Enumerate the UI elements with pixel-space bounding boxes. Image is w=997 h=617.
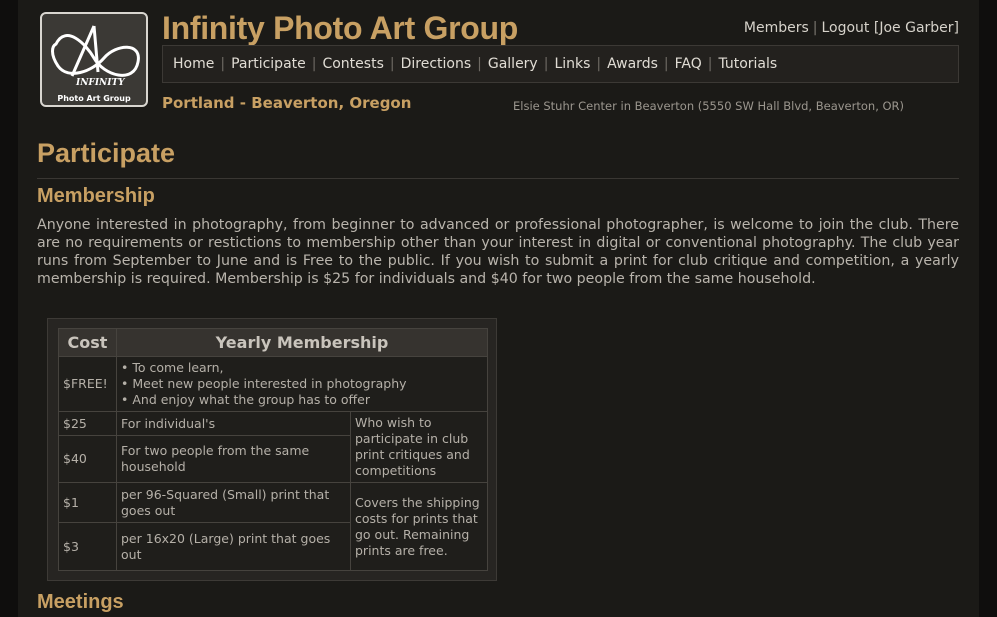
table-header-row: Cost Yearly Membership — [58, 328, 488, 357]
free-benefits-list: To come learn, Meet new people intereste… — [121, 360, 483, 408]
description-cell: For individual's — [116, 411, 351, 436]
nav-gallery[interactable]: Gallery — [488, 56, 538, 72]
table-row: $25 For individual's Who wish to partici… — [58, 411, 488, 483]
page-title: Participate — [37, 138, 176, 168]
cost-cell: $25 — [58, 411, 117, 436]
membership-table-panel: Cost Yearly Membership $FREE! To come le… — [47, 318, 497, 581]
membership-table: Cost Yearly Membership $FREE! To come le… — [58, 328, 488, 571]
logo-text-infinity: INFINITY — [76, 78, 125, 88]
nav-separator: | — [389, 56, 395, 72]
site-logo[interactable]: INFINITY Photo Art Group — [40, 12, 148, 107]
nav-awards[interactable]: Awards — [607, 56, 658, 72]
meetings-heading: Meetings — [37, 591, 124, 613]
prints-note-cell: Covers the shipping costs for prints tha… — [350, 482, 488, 571]
header-yearly-membership: Yearly Membership — [116, 328, 488, 357]
description-cell: For two people from the same household — [116, 435, 351, 483]
nav-home[interactable]: Home — [173, 56, 214, 72]
cost-cell: $1 — [58, 482, 117, 523]
membership-heading: Membership — [37, 185, 155, 207]
nav-directions[interactable]: Directions — [401, 56, 472, 72]
main-nav: Home | Participate | Contests | Directions |… — [162, 45, 959, 83]
venue-address: Elsie Stuhr Center in Beaverton (5550 SW… — [513, 99, 905, 113]
cost-cell: $3 — [58, 522, 117, 571]
logo-text-group: Photo Art Group — [57, 94, 131, 103]
members-link[interactable]: Members — [744, 20, 809, 36]
cost-cell: $FREE! — [58, 356, 117, 412]
separator: | — [812, 20, 818, 36]
membership-intro: Anyone interested in photography, from b… — [37, 217, 959, 287]
location-tagline: Portland - Beaverton, Oregon — [162, 94, 412, 112]
description-cell: per 96-Squared (Small) print that goes o… — [116, 482, 351, 523]
free-benefits-cell: To come learn, Meet new people intereste… — [116, 356, 488, 412]
list-item: And enjoy what the group has to offer — [121, 392, 483, 408]
nav-contests[interactable]: Contests — [322, 56, 383, 72]
nav-separator: | — [663, 56, 669, 72]
nav-separator: | — [311, 56, 317, 72]
table-row: $1 per 96-Squared (Small) print that goe… — [58, 482, 488, 571]
list-item: Meet new people interested in photograph… — [121, 376, 483, 392]
cost-cell: $40 — [58, 435, 117, 483]
nav-separator: | — [543, 56, 549, 72]
page-container: INFINITY Photo Art Group Infinity Photo … — [18, 0, 979, 617]
user-bar: Members | Logout [Joe Garber] — [744, 20, 959, 36]
nav-separator: | — [707, 56, 713, 72]
site-title[interactable]: Infinity Photo Art Group — [162, 10, 518, 47]
header-cost: Cost — [58, 328, 117, 357]
nav-separator: | — [596, 56, 602, 72]
nav-separator: | — [477, 56, 482, 72]
nav-tutorials[interactable]: Tutorials — [718, 56, 777, 72]
list-item: To come learn, — [121, 360, 483, 376]
membership-note-cell: Who wish to participate in club print cr… — [350, 411, 488, 483]
table-row: $FREE! To come learn, Meet new people in… — [58, 356, 488, 412]
current-user: [Joe Garber] — [873, 20, 959, 36]
logout-link[interactable]: Logout — [821, 20, 869, 36]
nav-separator: | — [220, 56, 226, 72]
nav-links[interactable]: Links — [554, 56, 590, 72]
description-cell: per 16x20 (Large) print that goes out — [116, 522, 351, 571]
nav-faq[interactable]: FAQ — [675, 56, 702, 72]
title-divider — [37, 178, 959, 179]
nav-participate[interactable]: Participate — [231, 56, 306, 72]
